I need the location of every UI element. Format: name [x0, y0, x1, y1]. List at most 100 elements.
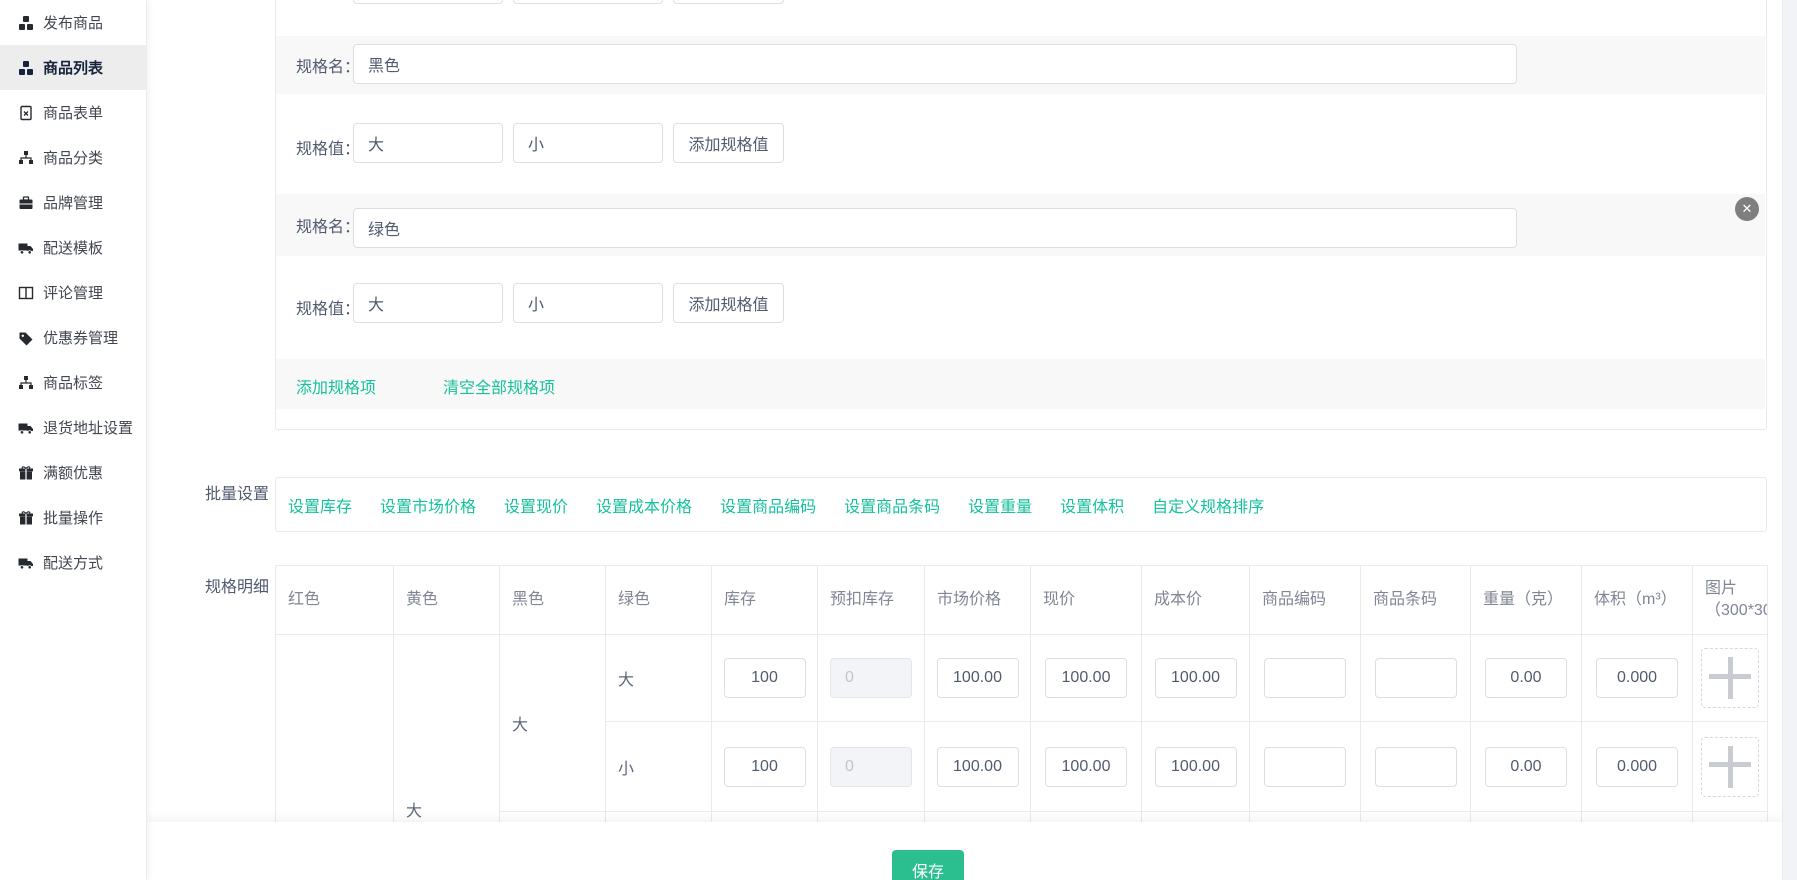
- col-header-price: 现价: [1031, 566, 1142, 635]
- stock-input[interactable]: [724, 747, 806, 787]
- clear-all-spec-link[interactable]: 清空全部规格项: [443, 374, 555, 398]
- sidebar-item-label: 评论管理: [43, 282, 103, 303]
- batch-link-set-stock[interactable]: 设置库存: [288, 493, 352, 517]
- col-header-barcode: 商品条码: [1361, 566, 1471, 635]
- market-price-input[interactable]: [937, 658, 1019, 698]
- product-code-input[interactable]: [1264, 747, 1346, 787]
- col-header-product-code: 商品编码: [1250, 566, 1361, 635]
- col-header-green: 绿色: [606, 566, 712, 635]
- table-header-row: 红色 黄色 黑色 绿色 库存 预扣库存 市场价格 现价 成本价 商品编码 商品条…: [276, 566, 1768, 635]
- sidebar-item-label: 商品列表: [43, 57, 103, 78]
- image-upload-button[interactable]: [1701, 737, 1759, 797]
- col-header-withhold-stock: 预扣库存: [818, 566, 925, 635]
- add-spec-value-button[interactable]: 添加规格值: [673, 283, 784, 323]
- batch-link-set-weight[interactable]: 设置重量: [968, 493, 1032, 517]
- volume-input[interactable]: [1596, 658, 1678, 698]
- sidebar-item-product-category[interactable]: 商品分类: [0, 135, 146, 180]
- sidebar-item-delivery-template[interactable]: 配送模板: [0, 225, 146, 270]
- cell-black-span: 大: [500, 635, 606, 812]
- batch-link-set-market-price[interactable]: 设置市场价格: [380, 493, 476, 517]
- footer-bar: 保存: [146, 822, 1783, 880]
- spec-value-input[interactable]: [353, 283, 503, 323]
- spec-value-input[interactable]: [513, 123, 663, 163]
- sidebar-item-label: 商品分类: [43, 147, 103, 168]
- cost-price-input[interactable]: [1155, 747, 1237, 787]
- price-input[interactable]: [1045, 747, 1127, 787]
- batch-settings-label: 批量设置: [205, 480, 269, 504]
- withhold-stock-input: [830, 658, 912, 698]
- col-header-weight: 重量（克）: [1471, 566, 1582, 635]
- sidebar-item-brand-management[interactable]: 品牌管理: [0, 180, 146, 225]
- save-button[interactable]: 保存: [892, 850, 964, 880]
- volume-input[interactable]: [1596, 747, 1678, 787]
- price-input[interactable]: [1045, 658, 1127, 698]
- spec-name-input[interactable]: [353, 44, 1517, 84]
- sidebar-item-product-tags[interactable]: 商品标签: [0, 360, 146, 405]
- sitemap-icon: [18, 375, 34, 391]
- sidebar-item-label: 退货地址设置: [43, 417, 133, 438]
- close-icon[interactable]: ✕: [1735, 197, 1759, 221]
- cubes-icon: [18, 60, 34, 76]
- tag-icon: [18, 330, 34, 346]
- image-upload-button[interactable]: [1701, 648, 1759, 708]
- truck-icon: [18, 240, 34, 256]
- market-price-input[interactable]: [937, 747, 1019, 787]
- sidebar-item-batch-operation[interactable]: 批量操作: [0, 495, 146, 540]
- barcode-input[interactable]: [1375, 658, 1457, 698]
- batch-link-set-cost-price[interactable]: 设置成本价格: [596, 493, 692, 517]
- file-icon: [18, 105, 34, 121]
- cell-green-value: 大: [606, 635, 712, 722]
- cell-green-value: 小: [606, 722, 712, 812]
- product-spec-page: 发布商品 商品列表 商品表单 商品分类 品牌管理 配送模板 评论管理 优惠券管: [0, 0, 1797, 880]
- spec-value-label: 规格值：: [296, 295, 360, 319]
- batch-link-set-barcode[interactable]: 设置商品条码: [844, 493, 940, 517]
- page-scrollbar[interactable]: [1782, 0, 1797, 880]
- sidebar: 发布商品 商品列表 商品表单 商品分类 品牌管理 配送模板 评论管理 优惠券管: [0, 0, 147, 880]
- sidebar-item-label: 配送方式: [43, 552, 103, 573]
- add-spec-value-button-cutoff[interactable]: [673, 0, 784, 4]
- col-header-red: 红色: [276, 566, 394, 635]
- product-code-input[interactable]: [1264, 658, 1346, 698]
- sitemap-icon: [18, 150, 34, 166]
- batch-link-set-volume[interactable]: 设置体积: [1060, 493, 1124, 517]
- cost-price-input[interactable]: [1155, 658, 1237, 698]
- sidebar-item-return-address[interactable]: 退货地址设置: [0, 405, 146, 450]
- spec-value-input-cutoff-2[interactable]: [513, 0, 663, 4]
- cubes-icon: [18, 15, 34, 31]
- sidebar-item-coupon-management[interactable]: 优惠券管理: [0, 315, 146, 360]
- col-header-yellow: 黄色: [394, 566, 500, 635]
- sidebar-item-product-form[interactable]: 商品表单: [0, 90, 146, 135]
- batch-link-set-current-price[interactable]: 设置现价: [504, 493, 568, 517]
- spec-value-input[interactable]: [513, 283, 663, 323]
- stock-input[interactable]: [724, 658, 806, 698]
- sidebar-item-comment-management[interactable]: 评论管理: [0, 270, 146, 315]
- batch-link-custom-spec-sort[interactable]: 自定义规格排序: [1152, 493, 1264, 517]
- sidebar-item-label: 商品表单: [43, 102, 103, 123]
- add-spec-item-link[interactable]: 添加规格项: [296, 374, 376, 398]
- col-header-cost-price: 成本价: [1142, 566, 1250, 635]
- sidebar-item-delivery-method[interactable]: 配送方式: [0, 540, 146, 585]
- barcode-input[interactable]: [1375, 747, 1457, 787]
- sidebar-item-publish-product[interactable]: 发布商品: [0, 0, 146, 45]
- sidebar-item-label: 发布商品: [43, 12, 103, 33]
- sidebar-item-label: 配送模板: [43, 237, 103, 258]
- weight-input[interactable]: [1485, 658, 1567, 698]
- sidebar-item-label: 品牌管理: [43, 192, 103, 213]
- batch-link-set-product-code[interactable]: 设置商品编码: [720, 493, 816, 517]
- gift-icon: [18, 510, 34, 526]
- sidebar-item-full-discount[interactable]: 满额优惠: [0, 450, 146, 495]
- spec-name-input[interactable]: [353, 208, 1517, 248]
- gift-icon: [18, 465, 34, 481]
- sidebar-item-label: 满额优惠: [43, 462, 103, 483]
- add-spec-value-button[interactable]: 添加规格值: [673, 123, 784, 163]
- batch-settings-card: 设置库存 设置市场价格 设置现价 设置成本价格 设置商品编码 设置商品条码 设置…: [275, 477, 1767, 532]
- spec-name-label: 规格名：: [296, 213, 360, 237]
- weight-input[interactable]: [1485, 747, 1567, 787]
- spec-value-input-cutoff-1[interactable]: [353, 0, 503, 4]
- sidebar-item-label: 批量操作: [43, 507, 103, 528]
- col-header-image: 图片（300*300）: [1693, 566, 1768, 635]
- col-header-market-price: 市场价格: [925, 566, 1031, 635]
- sidebar-item-product-list[interactable]: 商品列表: [0, 45, 146, 90]
- spec-value-input[interactable]: [353, 123, 503, 163]
- columns-icon: [18, 285, 34, 301]
